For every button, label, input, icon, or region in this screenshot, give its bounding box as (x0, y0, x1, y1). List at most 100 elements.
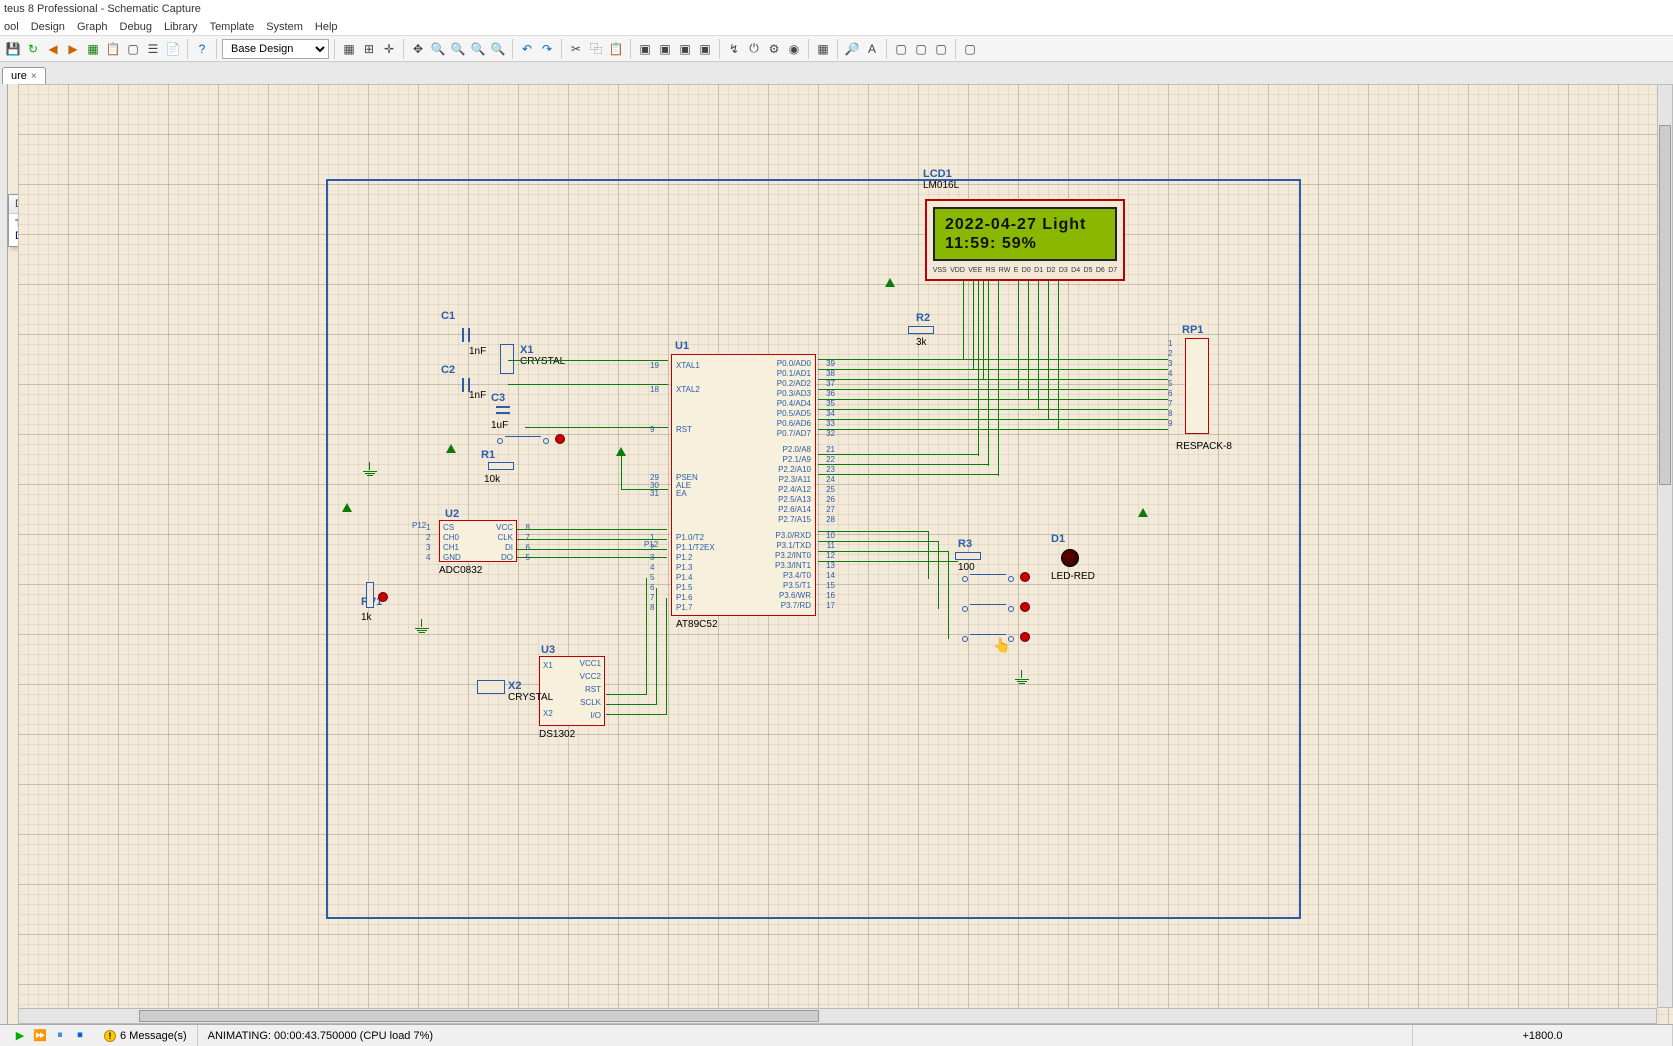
c3-cap[interactable] (496, 406, 510, 408)
rp1-val: RESPACK-8 (1176, 441, 1232, 452)
net-p12-b: P12 (644, 540, 658, 549)
title-bar: teus 8 Professional - Schematic Capture (0, 0, 1673, 18)
tool-pkg-icon[interactable]: ▦ (814, 40, 832, 58)
toolbar-separator (216, 39, 217, 59)
u1-chip[interactable]: 19XTAL118XTAL29RST29PSEN30ALE31EA1P1.0/T… (671, 354, 816, 616)
tool-back-icon[interactable]: ◀ (44, 40, 62, 58)
tool-probe-icon[interactable]: ◉ (785, 40, 803, 58)
tool-zoom1-icon[interactable]: ▦ (84, 40, 102, 58)
tab-label: ure (11, 70, 27, 82)
wire (818, 474, 998, 475)
r2-resistor[interactable] (908, 326, 934, 334)
tool-block4-icon[interactable]: ▣ (696, 40, 714, 58)
side-panel (0, 84, 8, 1024)
tool-grid1-icon[interactable]: ▦ (340, 40, 358, 58)
tool-sheet-icon[interactable]: ▢ (124, 40, 142, 58)
tool-undo-icon[interactable]: ↶ (518, 40, 536, 58)
wire (818, 541, 938, 542)
horizontal-scrollbar[interactable] (18, 1008, 1657, 1024)
sw-button-2[interactable] (958, 602, 1018, 616)
tool-origin-icon[interactable]: ✛ (380, 40, 398, 58)
tool-fwd-icon[interactable]: ▶ (64, 40, 82, 58)
wire (818, 464, 988, 465)
tool-block3-icon[interactable]: ▣ (676, 40, 694, 58)
wire (1018, 281, 1019, 389)
status-sim-time: ANIMATING: 00:00:43.750000 (CPU load 7%) (198, 1025, 1413, 1046)
wire (606, 714, 666, 715)
menu-template[interactable]: Template (210, 21, 255, 33)
wire (963, 281, 964, 359)
design-mode-select[interactable]: Base Design (222, 39, 329, 59)
tab-close-icon[interactable]: × (31, 71, 37, 82)
tool-pan-icon[interactable]: ✥ (409, 40, 427, 58)
x2-crystal[interactable] (477, 680, 505, 694)
schematic-canvas[interactable]: LCD1 LM016L 2022-04-27 Light 11:59: 59% … (18, 84, 1673, 1024)
tool-redo-icon[interactable]: ↷ (538, 40, 556, 58)
wire (818, 561, 958, 562)
menu-debug[interactable]: Debug (120, 21, 152, 33)
tool-block2-icon[interactable]: ▣ (656, 40, 674, 58)
d1-val: LED-RED (1051, 571, 1095, 582)
tool-grid2-icon[interactable]: ⊞ (360, 40, 378, 58)
sim-pause-icon[interactable]: ⏸ (52, 1029, 68, 1043)
tool-list-icon[interactable]: ☰ (144, 40, 162, 58)
rp1-respack[interactable]: 123456789 (1185, 338, 1209, 434)
tool-exp1-icon[interactable]: ▢ (892, 40, 910, 58)
wire (517, 557, 667, 558)
schematic-tab[interactable]: ure × (2, 67, 46, 84)
u2-chip[interactable]: 1CS2CH03CH14GND8VCC7CLK6DI5DO (439, 520, 517, 562)
tool-exp4-icon[interactable]: ▢ (961, 40, 979, 58)
c1-cap[interactable] (462, 328, 464, 342)
lcd-component[interactable]: 2022-04-27 Light 11:59: 59% VSSVDDVEE RS… (925, 199, 1125, 281)
tool-cut-icon[interactable]: ✂ (567, 40, 585, 58)
tool-copy-icon[interactable]: ⿻ (587, 40, 605, 58)
tool-exp2-icon[interactable]: ▢ (912, 40, 930, 58)
tool-block1-icon[interactable]: ▣ (636, 40, 654, 58)
rv1-pot[interactable] (366, 582, 374, 608)
menu-design[interactable]: Design (31, 21, 65, 33)
rv1-wiper-icon[interactable] (378, 592, 388, 602)
menu-tool[interactable]: ool (4, 21, 19, 33)
menu-graph[interactable]: Graph (77, 21, 108, 33)
menu-system[interactable]: System (266, 21, 303, 33)
menu-library[interactable]: Library (164, 21, 198, 33)
tool-help-icon[interactable]: ? (193, 40, 211, 58)
sw-button-1[interactable] (958, 572, 1018, 586)
wire (818, 454, 978, 455)
x1-crystal[interactable] (500, 344, 514, 374)
u1-ref: U1 (675, 340, 689, 352)
tool-wire-icon[interactable]: ↯ (725, 40, 743, 58)
tool-exp3-icon[interactable]: ▢ (932, 40, 950, 58)
sim-stop-icon[interactable]: ⏹ (72, 1029, 88, 1043)
vertical-scrollbar[interactable] (1657, 84, 1673, 1008)
tool-zoomin-icon[interactable]: 🔍 (429, 40, 447, 58)
tool-device-icon[interactable]: ⚙ (765, 40, 783, 58)
tool-report-icon[interactable]: 📋 (104, 40, 122, 58)
tool-zoomfit-icon[interactable]: 🔍 (469, 40, 487, 58)
tool-power-icon[interactable]: ⏻ (745, 40, 763, 58)
lcd1-val: LM016L (923, 180, 959, 191)
tool-save-icon[interactable]: 💾 (4, 40, 22, 58)
tool-search-icon[interactable]: 🔎 (843, 40, 861, 58)
wire (508, 360, 668, 361)
d1-led[interactable] (1061, 549, 1079, 567)
reset-button[interactable] (493, 434, 553, 448)
vcc-arrow (1138, 508, 1148, 517)
c2-cap[interactable] (462, 378, 464, 392)
tool-paste-icon[interactable]: 📋 (607, 40, 625, 58)
r1-resistor[interactable] (488, 462, 514, 470)
status-messages[interactable]: ! 6 Message(s) (94, 1025, 198, 1046)
menu-help[interactable]: Help (315, 21, 338, 33)
wire (818, 409, 1168, 410)
sw-button-3[interactable] (958, 632, 1018, 646)
tool-zoomout-icon[interactable]: 🔍 (449, 40, 467, 58)
wire (988, 281, 989, 466)
wire (1058, 281, 1059, 429)
sim-step-icon[interactable]: ⏩ (32, 1029, 48, 1043)
sim-play-icon[interactable]: ▶ (12, 1029, 28, 1043)
tool-refresh-icon[interactable]: ↻ (24, 40, 42, 58)
tool-zoomarea-icon[interactable]: 🔍 (489, 40, 507, 58)
tool-doc-icon[interactable]: 📄 (164, 40, 182, 58)
tool-text-icon[interactable]: A (863, 40, 881, 58)
r3-resistor[interactable] (955, 552, 981, 560)
